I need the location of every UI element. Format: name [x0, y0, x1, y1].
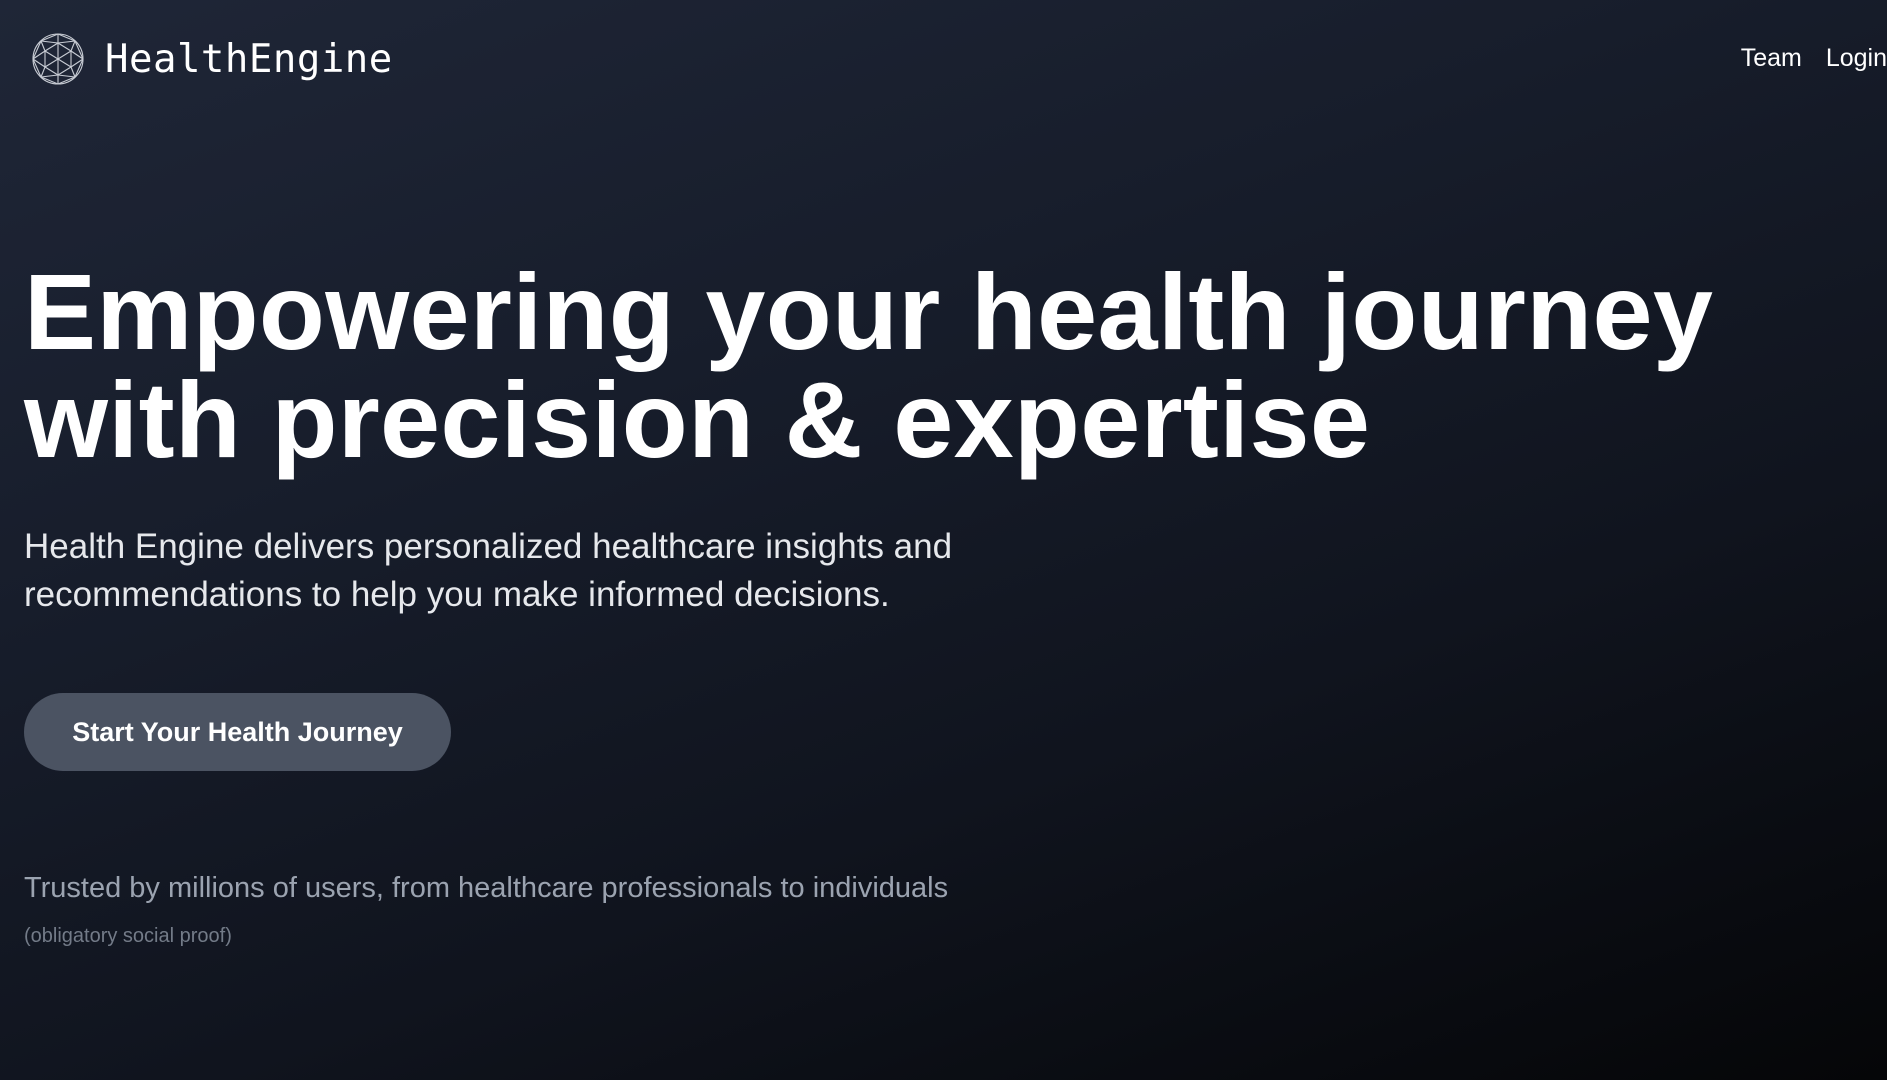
hero-title-line-2: with precision & expertise: [24, 359, 1371, 480]
site-header: HealthEngine Team Login: [0, 0, 1887, 118]
top-nav: Team Login: [1741, 42, 1887, 74]
nav-link-team[interactable]: Team: [1741, 42, 1802, 74]
hero-title-line-1: Empowering your health journey: [24, 251, 1714, 372]
start-journey-button[interactable]: Start Your Health Journey: [24, 693, 451, 771]
brand-name: HealthEngine: [105, 36, 393, 82]
hero-title: Empowering your health journey with preci…: [24, 258, 1844, 474]
social-proof-text: Trusted by millions of users, from healt…: [24, 872, 949, 904]
nav-link-login[interactable]: Login: [1826, 42, 1887, 74]
hero-subtitle-line-2: recommendations to help you make informe…: [24, 575, 890, 614]
social-proof-note: (obligatory social proof): [24, 925, 232, 947]
geodesic-sphere-icon: [32, 33, 84, 85]
hero-subtitle: Health Engine delivers personalized heal…: [24, 523, 1064, 619]
hero-subtitle-line-1: Health Engine delivers personalized heal…: [24, 527, 953, 566]
brand[interactable]: HealthEngine: [31, 31, 393, 87]
